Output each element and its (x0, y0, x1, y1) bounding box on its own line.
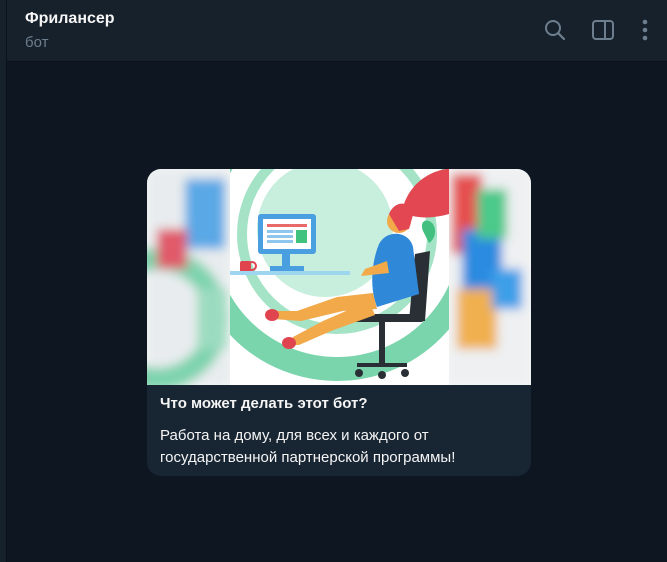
chat-header[interactable]: Фрилансер бот (7, 0, 667, 62)
chat-subtitle: бот (25, 34, 49, 51)
search-icon (545, 20, 566, 41)
chat-title[interactable]: Фрилансер (25, 10, 115, 28)
sidebar-toggle-icon (592, 20, 614, 40)
more-vertical-icon (642, 19, 648, 41)
telegram-chat-window: Фрилансер бот Что может делать этот бот?… (0, 0, 667, 562)
bot-info-description: Работа на дому, для всех и каждого от го… (160, 427, 456, 466)
bot-info-heading: Что может делать этот бот? (160, 395, 368, 412)
more-menu-button[interactable] (631, 16, 659, 44)
freelancer-illustration (147, 169, 531, 385)
bot-info-card: Что может делать этот бот? Работа на дом… (147, 169, 531, 476)
search-button[interactable] (541, 16, 569, 44)
left-panel-edge (0, 0, 7, 562)
sidebar-toggle-button[interactable] (589, 16, 617, 44)
